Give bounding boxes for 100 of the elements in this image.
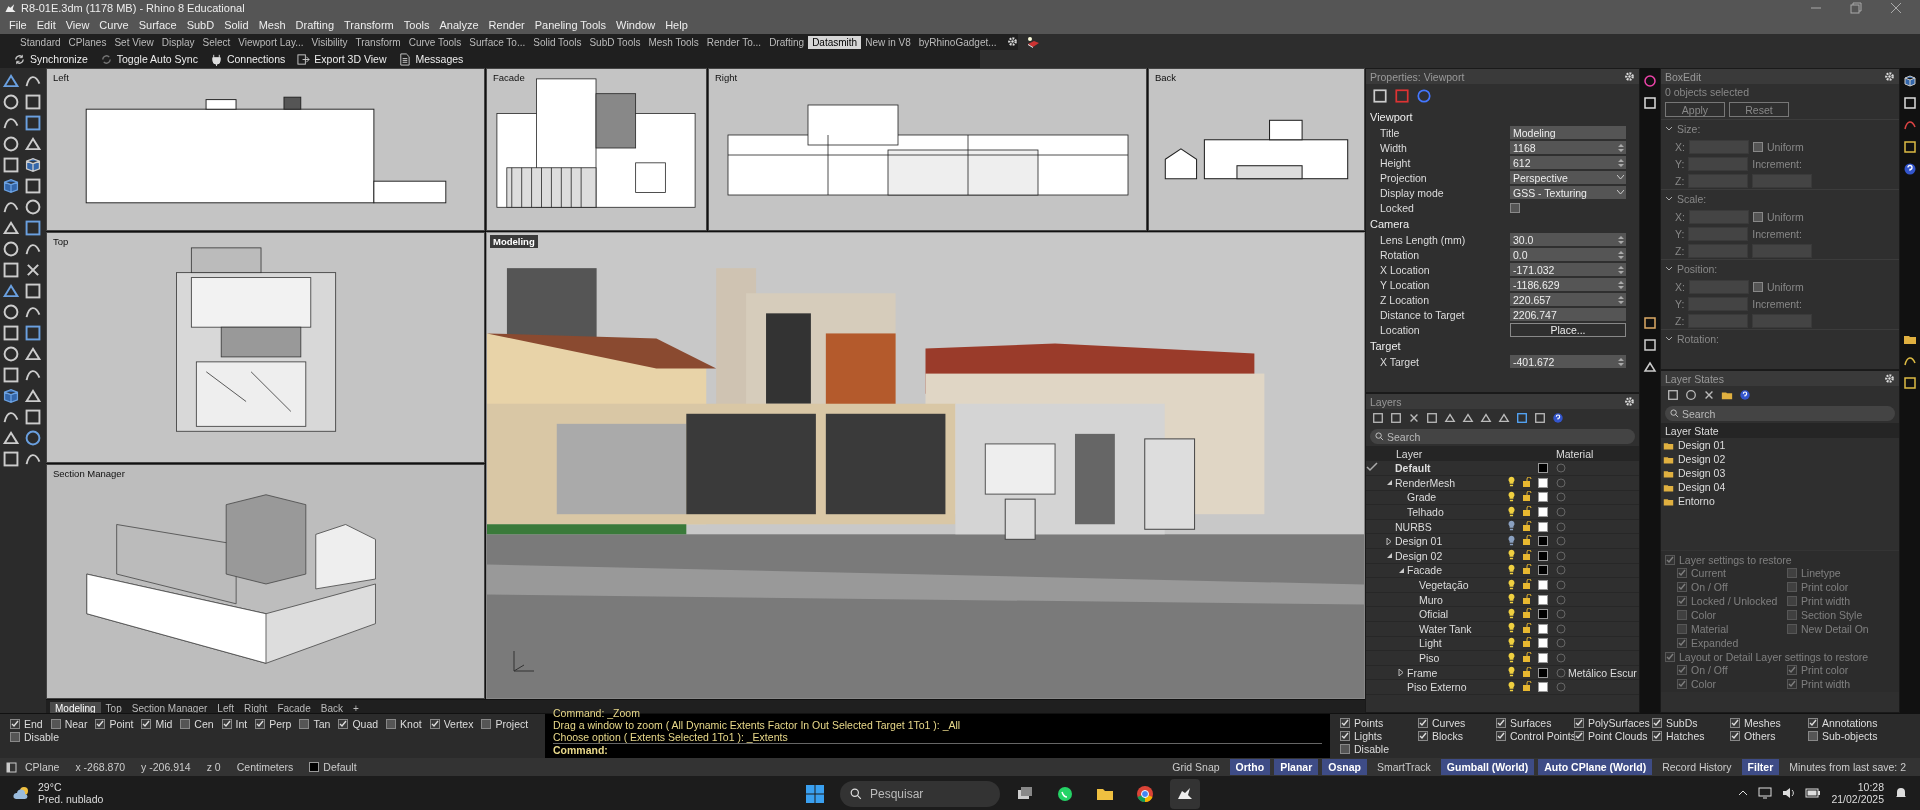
text-field[interactable]: 2206.747 [1510, 308, 1626, 322]
status-toggle[interactable]: Filter [1741, 759, 1780, 776]
spinner-icon[interactable] [1618, 235, 1624, 245]
layer-tool-icon[interactable] [1498, 412, 1510, 425]
viewport-tab[interactable]: Back [315, 702, 348, 715]
layer-tool-icon[interactable] [1534, 412, 1546, 425]
layer-tool-icon[interactable] [1480, 412, 1492, 425]
toolbar-tab[interactable]: Datasmith [808, 35, 862, 49]
toolbar-tab[interactable]: New in V8 [861, 35, 915, 49]
layer-color-swatch[interactable] [1538, 550, 1548, 561]
viewport-tab[interactable]: + [347, 702, 364, 715]
lightbulb-icon[interactable] [1506, 593, 1517, 605]
toolbar-tab[interactable]: Solid Tools [529, 35, 586, 49]
tool-icon[interactable] [2, 345, 20, 364]
checkbox[interactable] [1652, 731, 1662, 741]
tool-icon[interactable] [24, 93, 42, 112]
lightbulb-icon[interactable] [1506, 622, 1517, 634]
clock[interactable]: 10:28 21/02/2025 [1831, 781, 1884, 805]
panel-button[interactable]: Reset [1729, 102, 1789, 118]
collapse-chevron-icon[interactable] [1665, 266, 1673, 273]
menu-item[interactable]: Drafting [290, 19, 340, 32]
toolbar-tab[interactable]: Standard [16, 35, 65, 49]
checkbox[interactable] [95, 719, 106, 729]
toolbar-tab[interactable]: Display [157, 35, 199, 49]
status-toggle[interactable]: Record History [1656, 759, 1738, 776]
spinner-icon[interactable] [1618, 158, 1624, 168]
layer-state-item[interactable]: Design 01 [1661, 438, 1899, 453]
tool-icon[interactable] [2, 366, 20, 385]
number-field[interactable]: 0.0 [1510, 248, 1626, 262]
viewport-label[interactable]: Right [712, 71, 741, 85]
number-field[interactable]: -401.672 [1510, 355, 1626, 369]
layer-state-tool-icon[interactable] [1739, 389, 1751, 402]
taskbar-search-field[interactable]: Pesquisar [840, 781, 1000, 807]
collapse-chevron-icon[interactable] [1665, 126, 1673, 133]
viewport-label[interactable]: Top [50, 235, 72, 249]
status-toggle[interactable]: SmartTrack [1370, 759, 1437, 776]
padlock-icon[interactable] [1522, 622, 1532, 633]
checkbox[interactable] [1340, 744, 1350, 754]
padlock-icon[interactable] [1522, 506, 1532, 517]
lightbulb-icon[interactable] [1506, 636, 1517, 648]
toolbar-tab[interactable]: Mesh Tools [644, 35, 703, 49]
spinner-icon[interactable] [1618, 357, 1624, 367]
menu-item[interactable]: Surface [133, 19, 182, 32]
dropdown[interactable]: Perspective [1510, 171, 1626, 185]
checkbox[interactable] [1730, 731, 1740, 741]
menu-item[interactable]: Window [611, 19, 661, 32]
menu-item[interactable]: Mesh [253, 19, 291, 32]
toolbar-button[interactable]: Messages [395, 52, 467, 66]
lightbulb-icon[interactable] [1506, 505, 1517, 517]
padlock-icon[interactable] [1522, 476, 1532, 487]
render-toolbar-icon[interactable] [1025, 35, 1040, 49]
tool-icon[interactable] [24, 408, 42, 427]
checkbox[interactable] [1752, 212, 1763, 222]
viewport-label[interactable]: Facade [490, 71, 528, 85]
tool-icon[interactable] [2, 93, 20, 112]
lightbulb-icon[interactable] [1506, 490, 1517, 502]
tool-icon[interactable] [2, 261, 20, 280]
padlock-icon[interactable] [1522, 681, 1532, 692]
collapse-triangle-icon[interactable] [1398, 566, 1405, 574]
toolbar-button[interactable]: Synchronize [10, 52, 91, 66]
menu-item[interactable]: Tools [398, 19, 435, 32]
text-field[interactable]: Modeling [1510, 126, 1626, 140]
layer-color-swatch[interactable] [1538, 653, 1548, 663]
close-button[interactable] [1890, 2, 1902, 15]
tool-icon[interactable] [24, 324, 42, 343]
layer-color-swatch[interactable] [1538, 492, 1548, 503]
layer-color-swatch[interactable] [1538, 638, 1548, 649]
checkbox[interactable] [1730, 718, 1740, 728]
checkbox[interactable] [1510, 203, 1520, 213]
layer-tool-icon[interactable] [1462, 412, 1474, 425]
padlock-icon[interactable] [1522, 652, 1532, 662]
viewport-label[interactable]: Modeling [490, 235, 538, 249]
menu-item[interactable]: Analyze [434, 19, 484, 32]
toolbar-tab[interactable]: Transform [351, 35, 405, 49]
speaker-icon[interactable] [1782, 787, 1796, 799]
tool-icon[interactable] [2, 240, 20, 259]
lightbulb-icon[interactable] [1506, 607, 1517, 619]
lightbulb-icon[interactable] [1506, 666, 1517, 678]
viewport-tab[interactable]: Right [239, 702, 273, 715]
tool-icon[interactable] [2, 135, 20, 154]
tool-icon[interactable] [2, 324, 20, 343]
toolbar-button[interactable]: Toggle Auto Sync [96, 52, 201, 66]
checkbox[interactable] [1574, 731, 1584, 741]
padlock-icon[interactable] [1522, 608, 1532, 619]
battery-icon[interactable] [1805, 788, 1822, 798]
collapse-triangle-icon[interactable] [1386, 479, 1393, 487]
padlock-icon[interactable] [1522, 491, 1532, 502]
tool-icon[interactable] [2, 177, 20, 196]
menu-item[interactable]: Edit [31, 19, 61, 32]
layer-color-swatch[interactable] [1538, 682, 1548, 693]
toolbar-tab[interactable]: Drafting [765, 35, 809, 49]
layer-state-tool-icon[interactable] [1721, 389, 1733, 402]
viewport-label[interactable]: Left [50, 71, 72, 85]
viewport-label[interactable]: Section Manager [50, 467, 128, 481]
checkbox[interactable] [1574, 718, 1584, 728]
spinner-icon[interactable] [1618, 250, 1624, 260]
settings-icon[interactable] [1884, 373, 1895, 385]
layer-state-item[interactable]: Design 04 [1661, 480, 1899, 495]
settings-icon[interactable] [1006, 35, 1018, 47]
tool-icon[interactable] [2, 303, 20, 322]
